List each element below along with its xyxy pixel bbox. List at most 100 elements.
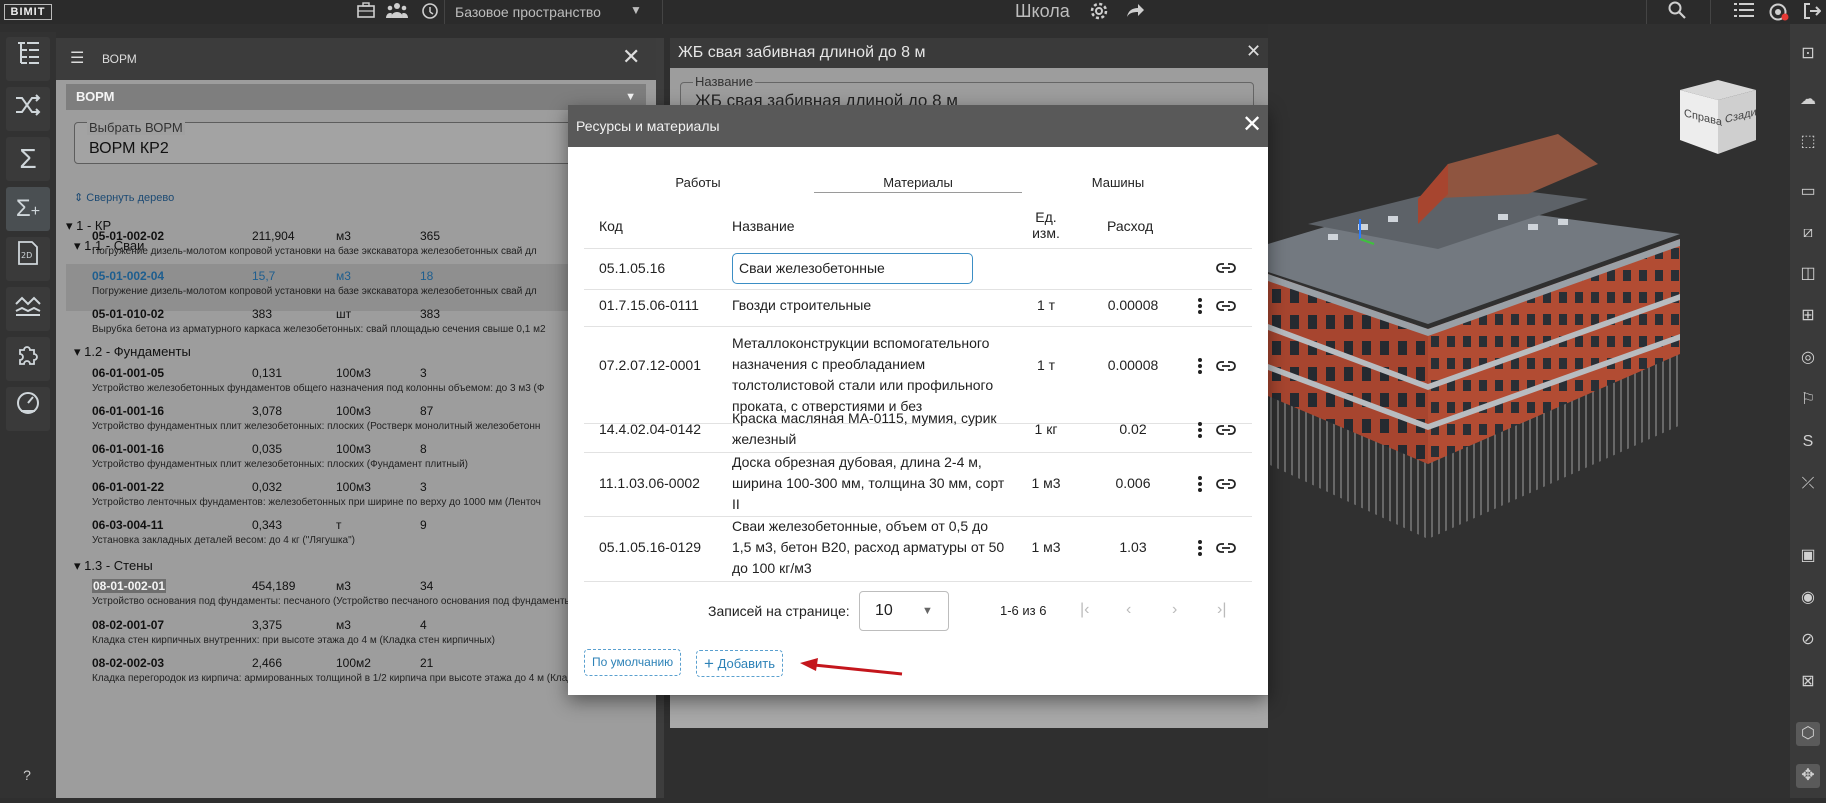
- column-header-code: Код: [599, 218, 623, 234]
- active-tab-indicator: [814, 192, 1022, 193]
- exit-icon[interactable]: [1802, 2, 1822, 22]
- last-page-icon[interactable]: ›|: [1217, 601, 1226, 619]
- dialog-title: Ресурсы и материалы: [576, 118, 720, 134]
- vorm-select-value: ВОРМ КР2: [89, 140, 169, 157]
- tree-node-fundamenty[interactable]: ▾ 1.2 - Фундаменты: [74, 344, 191, 360]
- row-menu-icon[interactable]: [1198, 422, 1202, 438]
- link-icon[interactable]: [1216, 360, 1236, 372]
- briefcase-icon[interactable]: [356, 2, 376, 22]
- app-logo: BIMIT: [4, 4, 52, 20]
- link-icon[interactable]: [1216, 262, 1236, 274]
- rows-per-page-label: Записей на странице:: [708, 603, 850, 619]
- row-menu-icon[interactable]: [1198, 476, 1202, 492]
- collapse-tree-button[interactable]: ⇕ Свернуть дерево: [74, 191, 174, 204]
- view-cube[interactable]: Справа Сзади: [1678, 78, 1758, 154]
- element-name-label: Название: [693, 74, 756, 89]
- first-page-icon[interactable]: |‹: [1080, 601, 1089, 619]
- cell-code: 05.1.05.16: [599, 260, 666, 276]
- map-view-icon[interactable]: ⊞: [1796, 304, 1820, 328]
- vorm-panel: ☰ ВОРМ ✕ ВОРМ ▼ Выбрать ВОРМ ВОРМ КР2 ⇕ …: [56, 38, 656, 798]
- column-header-unit: Ед. изм.: [1032, 209, 1060, 241]
- caret-down-icon[interactable]: ▼: [630, 3, 642, 17]
- help-icon[interactable]: ?: [16, 764, 38, 786]
- material-name-input[interactable]: Сваи железобетонные: [732, 253, 973, 284]
- vorm-select-label: Выбрать ВОРМ: [87, 120, 185, 135]
- workspace-select[interactable]: Базовое пространство: [455, 4, 601, 20]
- list-icon[interactable]: [1734, 2, 1754, 22]
- vorm-section-header[interactable]: ВОРМ ▼: [66, 84, 646, 110]
- dialog-header: Ресурсы и материалы ✕: [568, 105, 1268, 147]
- link-icon[interactable]: [1216, 424, 1236, 436]
- close-icon[interactable]: ✕: [622, 44, 640, 70]
- svg-text:2D: 2D: [21, 251, 32, 260]
- vorm-section-label: ВОРМ: [76, 89, 115, 104]
- notification-icon[interactable]: [1768, 2, 1789, 22]
- vorm-panel-title: ВОРМ: [102, 52, 137, 66]
- close-icon[interactable]: ✕: [1240, 111, 1264, 139]
- column-header-rate: Расход: [1107, 218, 1154, 234]
- link-icon[interactable]: [1216, 542, 1236, 554]
- tree-icon[interactable]: [6, 37, 50, 81]
- tab-machines[interactable]: Машины: [1078, 175, 1158, 190]
- vorm-select[interactable]: Выбрать ВОРМ ВОРМ КР2: [74, 120, 634, 164]
- rows-per-page-select[interactable]: 10 ▼: [859, 591, 949, 631]
- cube-icon[interactable]: ⬡: [1796, 722, 1820, 746]
- section-plane-icon[interactable]: ⧄: [1796, 221, 1820, 245]
- chart-line-icon[interactable]: [6, 287, 50, 331]
- element-panel-header: ЖБ свая забивная длиной до 8 м ✕: [670, 38, 1268, 68]
- link-icon[interactable]: [1216, 478, 1236, 490]
- gauge-icon[interactable]: [6, 387, 50, 431]
- tab-materials[interactable]: Материалы: [868, 175, 968, 190]
- sigma-icon[interactable]: Σ: [6, 137, 50, 181]
- cloud-icon[interactable]: ☁: [1796, 88, 1820, 112]
- right-toolbar: ⊡ ☁ ⬚ ▭ ⧄ ◫ ⊞ ◎ ⚐ S ⤫ ▣ ◉ ⊘ ⊠ ⬡ ✥: [1790, 24, 1826, 798]
- pagination-range: 1-6 из 6: [1000, 603, 1047, 618]
- plus-icon: +: [704, 654, 714, 673]
- expand-collapse-icon: ⇕: [74, 192, 84, 204]
- flag-icon[interactable]: ⚐: [1796, 388, 1820, 412]
- eye-icon[interactable]: ◉: [1796, 586, 1820, 610]
- left-toolbar: Σ Σ+ 2D ?: [0, 32, 56, 798]
- search-icon[interactable]: [1667, 1, 1687, 21]
- share-arrow-icon[interactable]: [1125, 1, 1145, 21]
- puzzle-icon[interactable]: [6, 337, 50, 381]
- target-icon[interactable]: ◎: [1796, 346, 1820, 370]
- close-icon[interactable]: ✕: [1246, 41, 1261, 62]
- resources-dialog: Ресурсы и материалы ✕ Работы Материалы М…: [568, 105, 1268, 695]
- split-view-icon[interactable]: ◫: [1796, 262, 1820, 286]
- next-page-icon[interactable]: ›: [1172, 601, 1177, 619]
- eye-off-icon[interactable]: ⊘: [1796, 628, 1820, 652]
- element-panel-title: ЖБ свая забивная длиной до 8 м: [678, 44, 926, 61]
- section-s-icon[interactable]: S: [1796, 430, 1820, 454]
- menu-icon[interactable]: ☰: [70, 48, 84, 68]
- ruler-icon[interactable]: ▭: [1796, 180, 1820, 204]
- users-icon[interactable]: [386, 2, 408, 22]
- navigation-icon[interactable]: ✥: [1796, 764, 1820, 788]
- element-panel-footer: [670, 696, 1268, 728]
- default-button[interactable]: По умолчанию: [584, 649, 682, 676]
- 2d-icon[interactable]: 2D: [6, 237, 50, 281]
- caret-down-icon: ▼: [922, 605, 933, 617]
- annotation-arrow: [800, 658, 903, 676]
- vorm-panel-header: ☰ ВОРМ ✕: [56, 38, 656, 80]
- focus-icon[interactable]: ⊡: [1796, 42, 1820, 66]
- shuffle-icon[interactable]: [6, 87, 50, 131]
- tab-works[interactable]: Работы: [658, 175, 738, 190]
- prev-page-icon[interactable]: ‹: [1126, 601, 1131, 619]
- row-menu-icon[interactable]: [1198, 358, 1202, 374]
- sigma-plus-icon[interactable]: Σ+: [6, 187, 50, 231]
- top-bar: BIMIT Базовое пространство ▼ Школа: [0, 0, 1826, 24]
- crop-icon[interactable]: ⬚: [1796, 130, 1820, 154]
- box-icon[interactable]: ▣: [1796, 544, 1820, 568]
- add-button[interactable]: + Добавить: [696, 650, 784, 677]
- close-box-icon[interactable]: ⊠: [1796, 670, 1820, 694]
- gear-icon[interactable]: [1089, 1, 1109, 21]
- project-title: Школа: [1015, 1, 1070, 21]
- add-clock-icon[interactable]: [420, 2, 440, 22]
- cross-icon[interactable]: ⤫: [1796, 472, 1820, 496]
- link-icon[interactable]: [1216, 300, 1236, 312]
- rows-per-page-value: 10: [875, 602, 893, 619]
- row-menu-icon[interactable]: [1198, 540, 1202, 556]
- row-menu-icon[interactable]: [1198, 298, 1202, 314]
- tree-node-steny[interactable]: ▾ 1.3 - Стены: [74, 558, 153, 574]
